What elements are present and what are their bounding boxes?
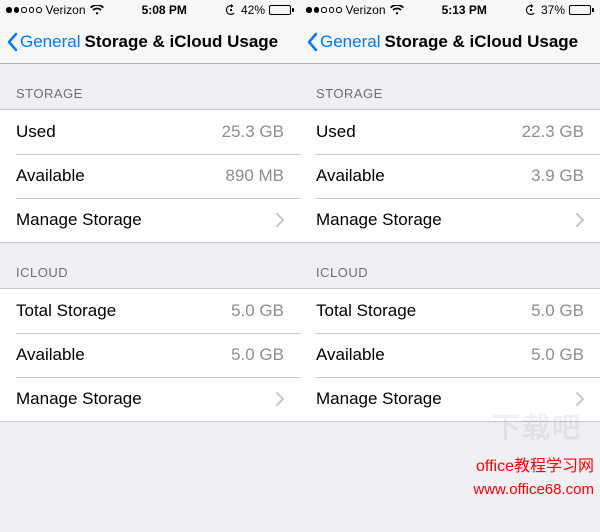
storage-available-value: 890 MB — [225, 166, 284, 186]
manage-storage-row[interactable]: Manage Storage — [0, 198, 300, 242]
chevron-left-icon — [6, 32, 18, 52]
icloud-available-label: Available — [16, 345, 231, 365]
storage-used-row: Used 22.3 GB — [300, 110, 600, 154]
battery-pct: 42% — [241, 3, 265, 17]
back-button[interactable]: General — [6, 32, 80, 52]
chevron-left-icon — [306, 32, 318, 52]
back-label: General — [320, 32, 380, 52]
storage-available-value: 3.9 GB — [531, 166, 584, 186]
storage-used-label: Used — [16, 122, 222, 142]
chevron-right-icon — [576, 392, 584, 406]
icloud-table: Total Storage 5.0 GB Available 5.0 GB Ma… — [0, 288, 300, 422]
orientation-lock-icon — [225, 4, 237, 16]
status-left: Verizon — [6, 3, 104, 17]
icloud-total-label: Total Storage — [16, 301, 231, 321]
storage-section-header: STORAGE — [0, 64, 300, 109]
icloud-total-value: 5.0 GB — [231, 301, 284, 321]
signal-dots-icon — [6, 7, 42, 13]
storage-used-row: Used 25.3 GB — [0, 110, 300, 154]
chevron-right-icon — [276, 213, 284, 227]
status-bar: Verizon 5:08 PM 42% — [0, 0, 300, 20]
icloud-available-row: Available 5.0 GB — [300, 333, 600, 377]
manage-storage-label: Manage Storage — [316, 210, 568, 230]
storage-available-row: Available 890 MB — [0, 154, 300, 198]
manage-icloud-label: Manage Storage — [16, 389, 268, 409]
nav-title: Storage & iCloud Usage — [84, 32, 278, 52]
storage-table: Used 25.3 GB Available 890 MB Manage Sto… — [0, 109, 300, 243]
status-time: 5:08 PM — [104, 3, 225, 17]
nav-bar: General Storage & iCloud Usage — [300, 20, 600, 64]
battery-icon — [569, 5, 594, 15]
screen-left: Verizon 5:08 PM 42% General Storage & iC… — [0, 0, 300, 532]
storage-available-label: Available — [16, 166, 225, 186]
icloud-total-row: Total Storage 5.0 GB — [300, 289, 600, 333]
storage-available-label: Available — [316, 166, 531, 186]
status-right: 37% — [525, 3, 594, 17]
status-time: 5:13 PM — [404, 3, 525, 17]
storage-used-value: 25.3 GB — [222, 122, 284, 142]
icloud-available-label: Available — [316, 345, 531, 365]
status-right: 42% — [225, 3, 294, 17]
storage-available-row: Available 3.9 GB — [300, 154, 600, 198]
watermark-faint: 下载吧 — [492, 406, 582, 446]
orientation-lock-icon — [525, 4, 537, 16]
icloud-available-row: Available 5.0 GB — [0, 333, 300, 377]
icloud-available-value: 5.0 GB — [531, 345, 584, 365]
icloud-section-header: ICLOUD — [0, 243, 300, 288]
carrier-label: Verizon — [46, 3, 86, 17]
icloud-table: Total Storage 5.0 GB Available 5.0 GB Ma… — [300, 288, 600, 422]
status-bar: Verizon 5:13 PM 37% — [300, 0, 600, 20]
carrier-label: Verizon — [346, 3, 386, 17]
watermark-line2: www.office68.com — [473, 481, 594, 498]
watermark-line1: office教程学习网 — [476, 452, 594, 476]
nav-title: Storage & iCloud Usage — [384, 32, 578, 52]
storage-used-value: 22.3 GB — [522, 122, 584, 142]
battery-icon — [269, 5, 294, 15]
chevron-right-icon — [576, 213, 584, 227]
wifi-icon — [390, 5, 404, 15]
back-button[interactable]: General — [306, 32, 380, 52]
manage-icloud-row[interactable]: Manage Storage — [0, 377, 300, 421]
nav-bar: General Storage & iCloud Usage — [0, 20, 300, 64]
back-label: General — [20, 32, 80, 52]
status-left: Verizon — [306, 3, 404, 17]
storage-table: Used 22.3 GB Available 3.9 GB Manage Sto… — [300, 109, 600, 243]
signal-dots-icon — [306, 7, 342, 13]
icloud-total-label: Total Storage — [316, 301, 531, 321]
icloud-total-value: 5.0 GB — [531, 301, 584, 321]
manage-storage-row[interactable]: Manage Storage — [300, 198, 600, 242]
manage-storage-label: Manage Storage — [16, 210, 268, 230]
icloud-total-row: Total Storage 5.0 GB — [0, 289, 300, 333]
storage-section-header: STORAGE — [300, 64, 600, 109]
wifi-icon — [90, 5, 104, 15]
storage-used-label: Used — [316, 122, 522, 142]
icloud-available-value: 5.0 GB — [231, 345, 284, 365]
icloud-section-header: ICLOUD — [300, 243, 600, 288]
chevron-right-icon — [276, 392, 284, 406]
battery-pct: 37% — [541, 3, 565, 17]
